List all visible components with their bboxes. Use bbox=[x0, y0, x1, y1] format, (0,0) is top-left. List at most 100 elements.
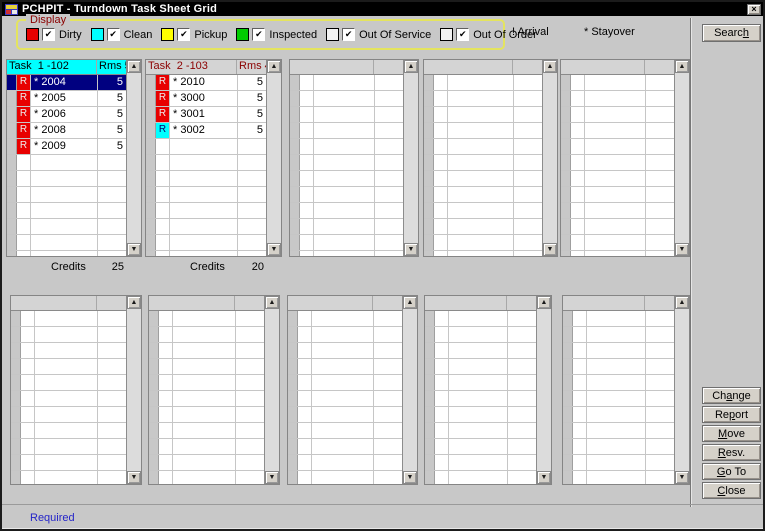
row-selector[interactable] bbox=[290, 219, 300, 234]
row-selector[interactable] bbox=[424, 187, 434, 202]
row-selector[interactable] bbox=[149, 327, 159, 342]
grid-row[interactable] bbox=[290, 235, 403, 251]
grid-row[interactable] bbox=[149, 455, 264, 471]
grid-row[interactable] bbox=[563, 439, 674, 455]
vertical-scrollbar[interactable]: ▲▼ bbox=[126, 296, 141, 484]
scroll-up-icon[interactable]: ▲ bbox=[543, 60, 557, 73]
row-selector[interactable] bbox=[146, 203, 156, 218]
row-selector[interactable] bbox=[288, 471, 298, 484]
grid-row[interactable] bbox=[425, 407, 536, 423]
grid-row[interactable] bbox=[563, 391, 674, 407]
grid-row[interactable] bbox=[11, 407, 126, 423]
close-icon[interactable]: × bbox=[747, 4, 761, 15]
grid-row[interactable] bbox=[11, 391, 126, 407]
grid-row[interactable]: R* 20105 bbox=[146, 75, 266, 91]
row-selector[interactable] bbox=[290, 203, 300, 218]
report-button[interactable]: Report bbox=[702, 406, 761, 423]
grid-row[interactable] bbox=[425, 391, 536, 407]
row-selector[interactable] bbox=[146, 91, 156, 106]
grid-row[interactable] bbox=[288, 343, 402, 359]
scroll-track[interactable] bbox=[675, 73, 689, 243]
row-selector[interactable] bbox=[561, 91, 571, 106]
change-button[interactable]: Change bbox=[702, 387, 761, 404]
row-selector[interactable] bbox=[11, 407, 21, 422]
row-selector[interactable] bbox=[11, 343, 21, 358]
grid-row[interactable] bbox=[425, 455, 536, 471]
scroll-down-icon[interactable]: ▼ bbox=[404, 243, 418, 256]
resv-button[interactable]: Resv. bbox=[702, 444, 761, 461]
grid-row[interactable] bbox=[149, 391, 264, 407]
row-selector[interactable] bbox=[290, 187, 300, 202]
grid-row[interactable] bbox=[425, 439, 536, 455]
grid-row[interactable] bbox=[7, 155, 126, 171]
row-selector[interactable] bbox=[561, 123, 571, 138]
row-selector[interactable] bbox=[424, 219, 434, 234]
grid-row[interactable] bbox=[425, 343, 536, 359]
grid-row[interactable] bbox=[563, 455, 674, 471]
row-selector[interactable] bbox=[563, 439, 573, 454]
scroll-up-icon[interactable]: ▲ bbox=[404, 60, 418, 73]
grid-row[interactable] bbox=[425, 359, 536, 375]
row-selector[interactable] bbox=[149, 359, 159, 374]
grid-row[interactable] bbox=[424, 91, 542, 107]
grid-row[interactable] bbox=[288, 359, 402, 375]
row-selector[interactable] bbox=[149, 471, 159, 484]
grid-row[interactable]: R* 20065 bbox=[7, 107, 126, 123]
grid-row[interactable]: R* 30025 bbox=[146, 123, 266, 139]
scroll-down-icon[interactable]: ▼ bbox=[543, 243, 557, 256]
grid-row[interactable] bbox=[424, 171, 542, 187]
grid-row[interactable] bbox=[149, 359, 264, 375]
vertical-scrollbar[interactable]: ▲▼ bbox=[264, 296, 279, 484]
row-selector[interactable] bbox=[288, 423, 298, 438]
vertical-scrollbar[interactable]: ▲▼ bbox=[542, 60, 557, 256]
move-button[interactable]: Move bbox=[702, 425, 761, 442]
row-selector[interactable] bbox=[288, 327, 298, 342]
row-selector[interactable] bbox=[561, 171, 571, 186]
grid-row[interactable]: R* 30005 bbox=[146, 91, 266, 107]
grid-row[interactable] bbox=[290, 139, 403, 155]
goto-button[interactable]: Go To bbox=[702, 463, 761, 480]
grid-row[interactable] bbox=[424, 187, 542, 203]
scroll-track[interactable] bbox=[265, 309, 279, 471]
grid-row[interactable] bbox=[146, 139, 266, 155]
scroll-up-icon[interactable]: ▲ bbox=[403, 296, 417, 309]
row-selector[interactable] bbox=[561, 107, 571, 122]
row-selector[interactable] bbox=[7, 203, 17, 218]
row-selector[interactable] bbox=[7, 187, 17, 202]
grid-row[interactable] bbox=[149, 423, 264, 439]
row-selector[interactable] bbox=[425, 311, 435, 326]
dirty-checkbox[interactable]: ✔ bbox=[42, 28, 55, 41]
row-selector[interactable] bbox=[290, 75, 300, 90]
row-selector[interactable] bbox=[424, 171, 434, 186]
row-selector[interactable] bbox=[424, 235, 434, 250]
grid-row[interactable] bbox=[563, 327, 674, 343]
grid-row[interactable] bbox=[7, 171, 126, 187]
row-selector[interactable] bbox=[7, 251, 17, 256]
grid-row[interactable] bbox=[563, 471, 674, 484]
grid-row[interactable] bbox=[424, 139, 542, 155]
row-selector[interactable] bbox=[288, 375, 298, 390]
row-selector[interactable] bbox=[425, 359, 435, 374]
grid-row[interactable] bbox=[7, 203, 126, 219]
scroll-down-icon[interactable]: ▼ bbox=[127, 243, 141, 256]
grid-row[interactable] bbox=[146, 171, 266, 187]
row-selector[interactable] bbox=[146, 235, 156, 250]
grid-row[interactable] bbox=[288, 455, 402, 471]
row-selector[interactable] bbox=[7, 219, 17, 234]
grid-row[interactable] bbox=[11, 327, 126, 343]
scroll-down-icon[interactable]: ▼ bbox=[537, 471, 551, 484]
grid-row[interactable] bbox=[561, 155, 674, 171]
clean-checkbox[interactable]: ✔ bbox=[107, 28, 120, 41]
scroll-track[interactable] bbox=[675, 309, 689, 471]
grid-row[interactable] bbox=[146, 235, 266, 251]
row-selector[interactable] bbox=[11, 375, 21, 390]
row-selector[interactable] bbox=[290, 123, 300, 138]
grid-row[interactable] bbox=[561, 91, 674, 107]
grid-row[interactable] bbox=[288, 311, 402, 327]
scroll-up-icon[interactable]: ▲ bbox=[127, 60, 141, 73]
row-selector[interactable] bbox=[149, 343, 159, 358]
row-selector[interactable] bbox=[290, 251, 300, 256]
grid-row[interactable] bbox=[290, 203, 403, 219]
close-button[interactable]: Close bbox=[702, 482, 761, 499]
row-selector[interactable] bbox=[425, 327, 435, 342]
